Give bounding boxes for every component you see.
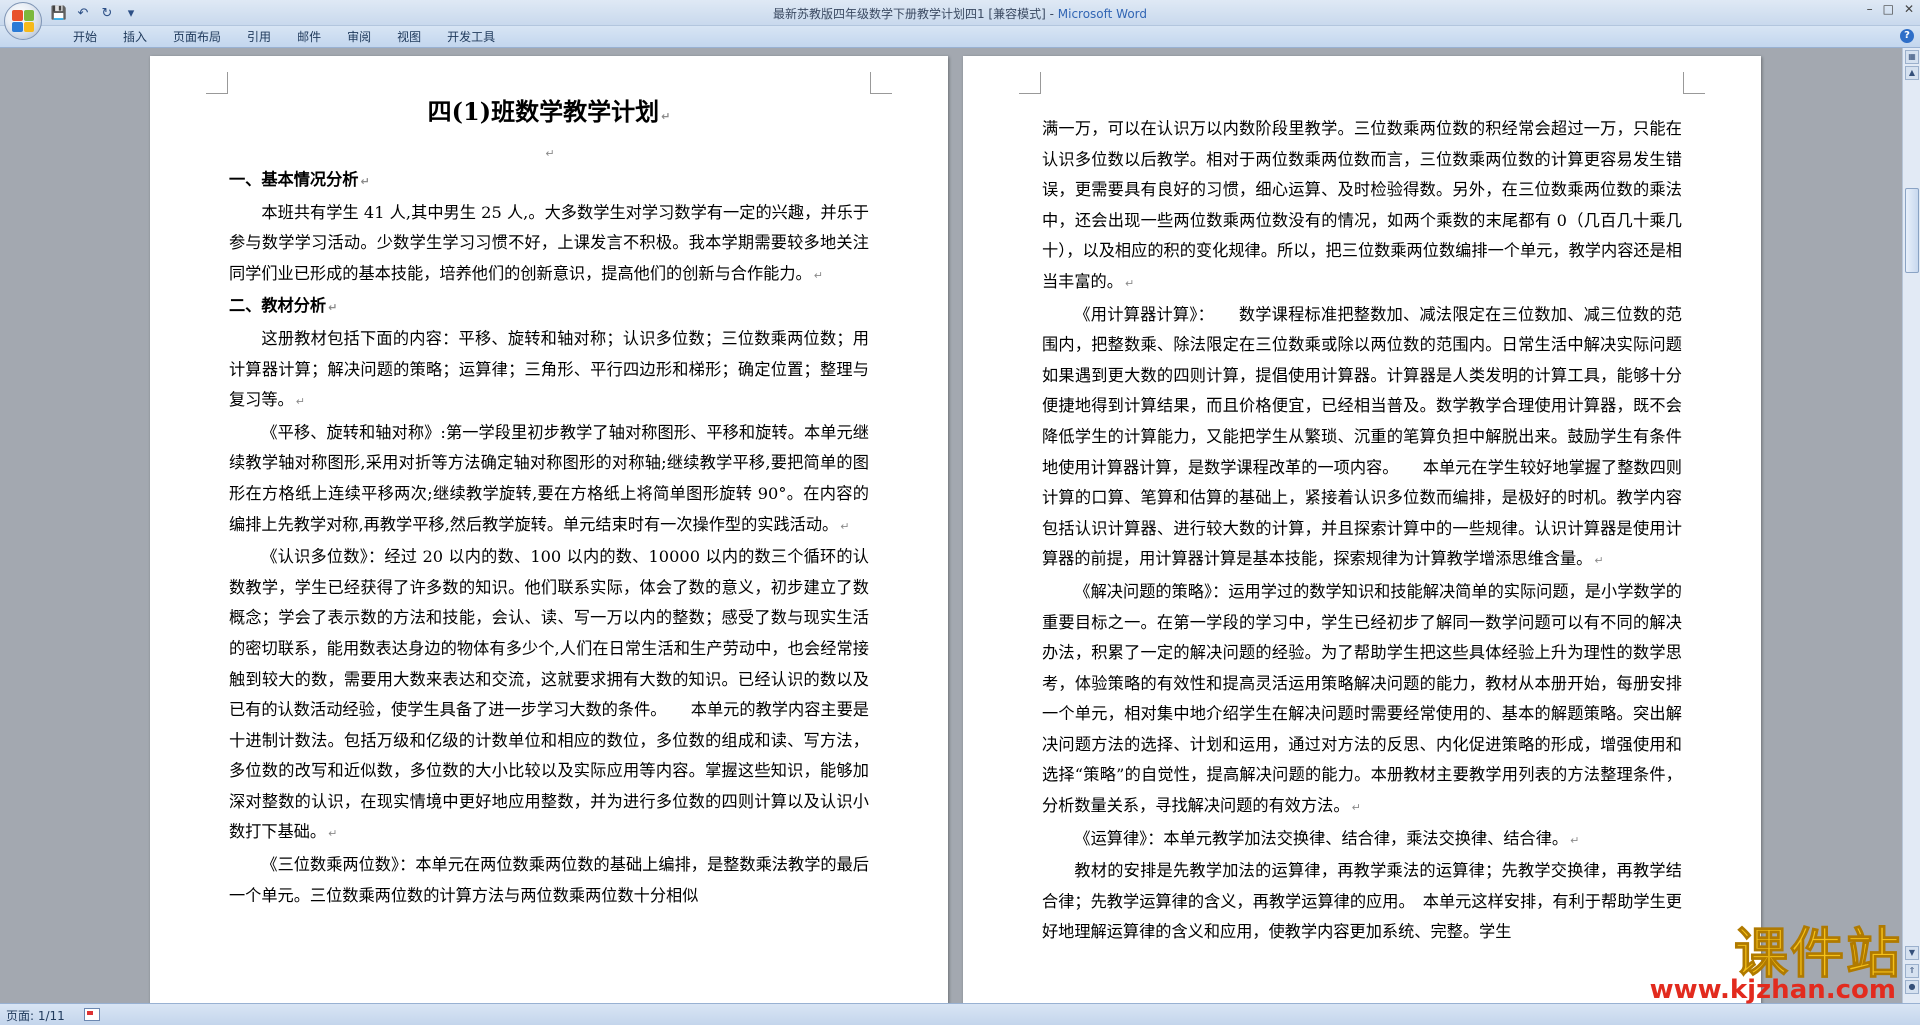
minimize-icon[interactable]: – [1867, 2, 1873, 16]
tab-view[interactable]: 视图 [384, 29, 434, 45]
paragraph: 《解决问题的策略》：运用学过的数学知识和技能解决简单的实际问题，是小学数学的重要… [1042, 581, 1682, 816]
paragraph: 《平移、旋转和轴对称》:第一学段里初步教学了轴对称图形、平移和旋转。本单元继续教… [229, 422, 869, 534]
scroll-down-icon[interactable]: ▼ [1905, 946, 1919, 960]
paragraph: 《认识多位数》：经过 20 以内的数、100 以内的数、10000 以内的数三个… [229, 547, 869, 842]
crop-mark [870, 72, 892, 94]
scroll-up-icon[interactable]: ▲ [1905, 66, 1919, 80]
ribbon-tabs: 开始 插入 页面布局 引用 邮件 审阅 视图 开发工具 [60, 29, 508, 45]
window-title: 最新苏教版四年级数学下册教学计划四1 [兼容模式] - Microsoft Wo… [0, 5, 1920, 22]
tab-home[interactable]: 开始 [60, 29, 110, 45]
document-body-left[interactable]: 四(1)班数学教学计划 ↵ ↵ 一、基本情况分析 ↵ 本班共有学生 41 人,其中男… [229, 92, 869, 911]
title-bar: 💾 ↶ ↻ ▾ 最新苏教版四年级数学下册教学计划四1 [兼容模式] - Micr… [0, 0, 1920, 26]
crop-mark [206, 72, 228, 94]
maximize-icon[interactable]: □ [1883, 2, 1894, 16]
tab-references[interactable]: 引用 [234, 29, 284, 45]
paragraph: 《运算律》：本单元教学加法交换律、结合律，乘法交换律、结合律。 [1074, 828, 1569, 848]
office-button[interactable] [4, 2, 42, 40]
status-bar: 页面: 1/11 [0, 1003, 1920, 1025]
section-heading: 一、基本情况分析 [229, 170, 359, 189]
paragraph: 满一万，可以在认识万以内数阶段里教学。三位数乘两位数的积经常会超过一万，只能在认… [1042, 119, 1682, 291]
select-browse-object-icon[interactable]: ● [1905, 980, 1919, 994]
crop-mark [1683, 72, 1705, 94]
watermark-url: www.kjzhan.com [1649, 975, 1896, 1005]
tab-developer[interactable]: 开发工具 [434, 29, 508, 45]
previous-page-icon[interactable]: ⇑ [1905, 964, 1919, 978]
section-heading: 二、教材分析 [229, 296, 327, 316]
document-title-heading: 四(1)班数学教学计划 [427, 97, 660, 126]
title-separator: - [1045, 7, 1058, 21]
document-body-right[interactable]: 满一万，可以在认识万以内数阶段里教学。三位数乘两位数的积经常会超过一万，只能在认… [1042, 114, 1682, 948]
help-icon[interactable]: ? [1900, 29, 1914, 43]
page-right: 满一万，可以在认识万以内数阶段里教学。三位数乘两位数的积经常会超过一万，只能在认… [963, 56, 1761, 1003]
paragraph: 《用计算器计算》： 数学课程标准把整数加、减法限定在三位数加、减三位数的范围内，… [1042, 304, 1682, 569]
tab-mailings[interactable]: 邮件 [284, 29, 334, 45]
crop-mark [1019, 72, 1041, 94]
tab-insert[interactable]: 插入 [110, 29, 160, 45]
document-title: 最新苏教版四年级数学下册教学计划四1 [兼容模式] [772, 7, 1046, 21]
app-name: Microsoft Word [1057, 7, 1148, 21]
tab-page-layout[interactable]: 页面布局 [160, 29, 234, 45]
paragraph: 这册教材包括下面的内容：平移、旋转和轴对称；认识多位数；三位数乘两位数；用计算器… [229, 328, 869, 410]
office-logo-icon [12, 10, 34, 32]
window-controls: – □ ✕ [1867, 2, 1914, 16]
watermark-logo: 课件站 www.kjzhan.com [1650, 924, 1902, 1005]
proofing-icon[interactable] [84, 1008, 100, 1021]
tab-review[interactable]: 审阅 [334, 29, 384, 45]
vertical-scrollbar[interactable]: ▦ ▲ ▼ ⇑ ● [1902, 48, 1920, 1003]
paragraph: 教材的安排是先教学加法的运算律，再教学乘法的运算律；先教学交换律，再教学结合律；… [1042, 861, 1682, 942]
page-left: 四(1)班数学教学计划 ↵ ↵ 一、基本情况分析 ↵ 本班共有学生 41 人,其中男… [150, 56, 948, 1003]
close-icon[interactable]: ✕ [1904, 2, 1914, 16]
ribbon-tab-bar: 开始 插入 页面布局 引用 邮件 审阅 视图 开发工具 ? [0, 26, 1920, 48]
ruler-toggle-icon[interactable]: ▦ [1905, 50, 1919, 64]
page-indicator[interactable]: 页面: 1/11 [6, 1007, 65, 1024]
paragraph: 《三位数乘两位数》：本单元在两位数乘两位数的基础上编排，是整数乘法教学的最后一个… [229, 855, 869, 905]
paragraph: 本班共有学生 41 人,其中男生 25 人,。大多数学生对学习数学有一定的兴趣，… [229, 202, 869, 283]
document-workspace: 四(1)班数学教学计划 ↵ ↵ 一、基本情况分析 ↵ 本班共有学生 41 人,其中男… [0, 48, 1902, 1003]
scrollbar-thumb[interactable] [1905, 188, 1919, 273]
